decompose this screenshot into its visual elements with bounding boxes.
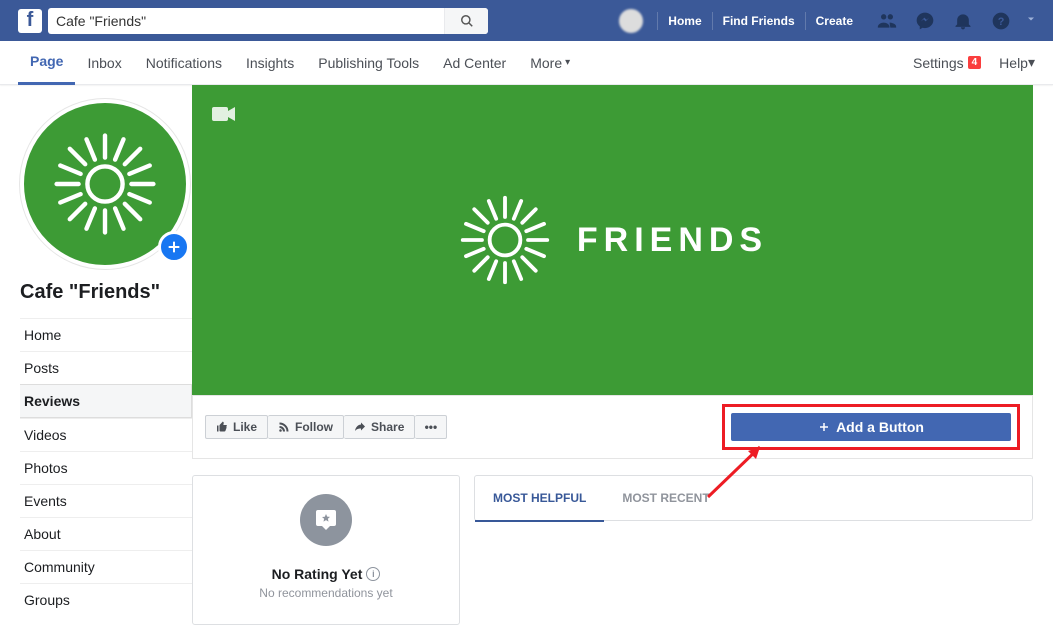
side-nav: Home Posts Reviews Videos Photos Events … <box>20 318 192 616</box>
tab-page[interactable]: Page <box>18 41 75 85</box>
main: Cafe "Friends" Home Posts Reviews Videos… <box>0 85 1053 625</box>
page-title: Cafe "Friends" <box>20 281 192 304</box>
cover-actions-bar: Like Follow Share ••• Add a Button <box>192 395 1033 459</box>
rating-sub: No recommendations yet <box>259 586 392 600</box>
follow-button[interactable]: Follow <box>268 415 344 439</box>
sidenav-events[interactable]: Events <box>20 484 192 517</box>
thumbs-up-icon <box>216 421 228 433</box>
rating-card: No Rating Yet i No recommendations yet <box>192 475 460 625</box>
camera-icon <box>212 105 236 123</box>
settings-link[interactable]: Settings 4 <box>913 55 981 71</box>
chevron-down-icon: ▾ <box>1028 54 1035 71</box>
sidenav-community[interactable]: Community <box>20 550 192 583</box>
tab-insights[interactable]: Insights <box>234 41 306 85</box>
more-actions-button[interactable]: ••• <box>415 415 447 439</box>
cover-photo[interactable]: FRIENDS <box>192 85 1033 395</box>
settings-badge: 4 <box>968 56 982 69</box>
sort-most-helpful[interactable]: MOST HELPFUL <box>475 476 604 522</box>
cover-brand-text: FRIENDS <box>577 221 768 260</box>
speech-star-icon <box>314 508 338 532</box>
like-button[interactable]: Like <box>205 415 268 439</box>
profile-avatar <box>619 9 643 33</box>
page-tabs-bar: Page Inbox Notifications Insights Publis… <box>0 41 1053 85</box>
sort-most-recent[interactable]: MOST RECENT <box>604 476 727 522</box>
sidenav-photos[interactable]: Photos <box>20 451 192 484</box>
chevron-down-icon: ▾ <box>565 57 570 68</box>
add-a-button[interactable]: Add a Button <box>731 413 1011 441</box>
sidenav-videos[interactable]: Videos <box>20 418 192 451</box>
messenger-icon[interactable] <box>915 11 935 31</box>
help-icon[interactable]: ? <box>991 11 1011 31</box>
rating-headline: No Rating Yet <box>272 566 363 582</box>
help-link[interactable]: Help ▾ <box>999 54 1035 71</box>
content-column: FRIENDS Like Follow Share ••• <box>192 85 1053 625</box>
nav-find-friends[interactable]: Find Friends <box>712 12 805 30</box>
share-label: Share <box>371 420 404 434</box>
topbar: f Home Find Friends Create ? <box>0 0 1053 41</box>
search-input[interactable] <box>48 13 444 29</box>
tab-notifications[interactable]: Notifications <box>134 41 234 85</box>
sun-icon <box>50 129 160 239</box>
page-avatar[interactable] <box>20 99 190 269</box>
sidenav-reviews[interactable]: Reviews <box>20 384 192 418</box>
search-icon <box>460 14 474 28</box>
info-icon[interactable]: i <box>366 567 380 581</box>
tab-more-label: More <box>530 55 562 71</box>
like-label: Like <box>233 420 257 434</box>
svg-text:?: ? <box>998 16 1005 28</box>
nav-create[interactable]: Create <box>805 12 863 30</box>
plus-icon <box>818 421 830 433</box>
account-menu-arrow[interactable] <box>1025 12 1037 30</box>
sun-icon <box>457 192 553 288</box>
left-column: Cafe "Friends" Home Posts Reviews Videos… <box>0 85 192 625</box>
sidenav-about[interactable]: About <box>20 517 192 550</box>
search-box <box>48 8 488 34</box>
sidenav-posts[interactable]: Posts <box>20 351 192 384</box>
settings-label: Settings <box>913 55 964 71</box>
profile-chip[interactable] <box>619 9 649 33</box>
tab-inbox[interactable]: Inbox <box>75 41 133 85</box>
follow-label: Follow <box>295 420 333 434</box>
tab-publishing-tools[interactable]: Publishing Tools <box>306 41 431 85</box>
chevron-down-icon <box>1025 13 1037 25</box>
nav-home[interactable]: Home <box>657 12 711 30</box>
sidenav-groups[interactable]: Groups <box>20 583 192 616</box>
friend-requests-icon[interactable] <box>877 11 897 31</box>
rss-icon <box>278 421 290 433</box>
help-label: Help <box>999 55 1028 71</box>
edit-avatar-button[interactable] <box>158 231 190 263</box>
dots-icon: ••• <box>425 420 438 434</box>
rating-bubble-icon <box>300 494 352 546</box>
notifications-icon[interactable] <box>953 11 973 31</box>
share-icon <box>354 421 366 433</box>
sidenav-home[interactable]: Home <box>20 318 192 351</box>
search-button[interactable] <box>444 8 488 34</box>
reviews-sort-card: MOST HELPFUL MOST RECENT <box>474 475 1033 521</box>
add-button-label: Add a Button <box>836 419 924 435</box>
facebook-logo[interactable]: f <box>18 9 42 33</box>
tab-more[interactable]: More▾ <box>518 41 582 85</box>
add-button-highlight: Add a Button <box>722 404 1020 450</box>
share-button[interactable]: Share <box>344 415 415 439</box>
update-cover-button[interactable] <box>212 105 236 128</box>
plus-icon <box>166 239 182 255</box>
tab-ad-center[interactable]: Ad Center <box>431 41 518 85</box>
